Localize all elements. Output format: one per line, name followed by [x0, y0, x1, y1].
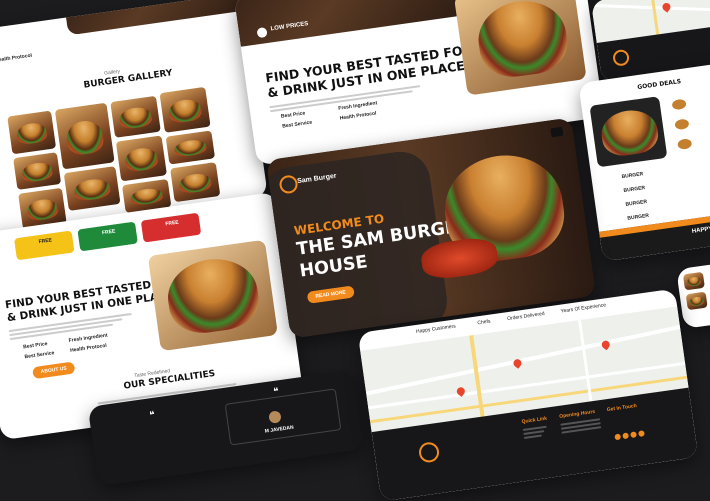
- about-burger-photo: [453, 0, 587, 96]
- side-thumb: [682, 271, 705, 291]
- gallery-title: BURGER GALLERY: [83, 68, 174, 91]
- footer-hours: [560, 416, 602, 435]
- get-in-touch-heading: Get In Touch: [606, 402, 638, 414]
- deal-thumb: [677, 138, 693, 151]
- stat-chefs: Chefs: [477, 318, 491, 327]
- social-icon[interactable]: [638, 430, 645, 437]
- footer-logo-icon: [612, 48, 631, 67]
- stat-orders-delivered: Orders Delivered: [506, 310, 546, 323]
- gallery-image[interactable]: [170, 162, 221, 203]
- spec-feature-best-service: Best Service: [24, 350, 55, 361]
- feature-health-protocol: Health Protocol: [339, 110, 377, 122]
- deals-card: GOOD DEALS BURGER BURGER BURGER BURGER H…: [578, 62, 710, 262]
- promo-label: FREE: [38, 237, 53, 246]
- hero-burger-image: [419, 145, 583, 293]
- side-thumb: [685, 291, 708, 311]
- deals-featured-photo: [589, 96, 668, 168]
- stat-years-experience: Years Of Experience: [560, 302, 607, 315]
- menu-icon[interactable]: [550, 126, 564, 138]
- gallery-top-fragment: Health Protocol: [0, 52, 33, 64]
- spec-feature-best-price: Best Price: [22, 340, 48, 351]
- deals-title: GOOD DEALS: [636, 78, 682, 92]
- spec-burger-photo: [147, 239, 278, 352]
- social-icon[interactable]: [630, 431, 637, 439]
- spec-feature-health: Health Protocol: [69, 342, 108, 354]
- feature-best-service: Best Service: [281, 119, 313, 130]
- social-icon[interactable]: [622, 432, 630, 440]
- gallery-image[interactable]: [13, 152, 62, 190]
- side-card: [676, 261, 710, 329]
- deal-thumb: [674, 118, 690, 131]
- gallery-image[interactable]: [63, 166, 121, 211]
- gallery-image[interactable]: [7, 110, 57, 155]
- promo-label: FREE: [101, 228, 116, 237]
- deal-item[interactable]: BURGER: [623, 185, 645, 195]
- footer-logo-icon: [417, 441, 441, 464]
- gallery-image[interactable]: [159, 86, 211, 133]
- promo-label: FREE: [165, 219, 180, 228]
- gallery-image[interactable]: [165, 130, 216, 165]
- promo-red[interactable]: FREE: [140, 212, 202, 243]
- about-header-photo: [233, 0, 479, 47]
- gallery-image[interactable]: [110, 95, 161, 138]
- deal-thumb: [671, 98, 687, 111]
- gallery-image[interactable]: [54, 102, 115, 170]
- deal-item[interactable]: BURGER: [627, 213, 649, 223]
- deals-banner-text: HAPPY CUS: [691, 224, 710, 235]
- deal-item[interactable]: BURGER: [621, 171, 643, 181]
- promo-yellow[interactable]: FREE: [14, 230, 75, 261]
- promo-green[interactable]: FREE: [77, 221, 138, 252]
- testimonial-box: [224, 388, 342, 446]
- footer-links: [522, 423, 554, 441]
- gallery-image[interactable]: [115, 135, 167, 182]
- social-icon[interactable]: [614, 433, 622, 441]
- about-us-button[interactable]: ABOUT US: [32, 361, 76, 380]
- stat-happy-customers: Happy Customers: [415, 323, 457, 335]
- deal-item[interactable]: BURGER: [625, 199, 647, 209]
- quote-icon: ❝: [148, 409, 156, 422]
- deals-banner: HAPPY CUS: [599, 210, 710, 262]
